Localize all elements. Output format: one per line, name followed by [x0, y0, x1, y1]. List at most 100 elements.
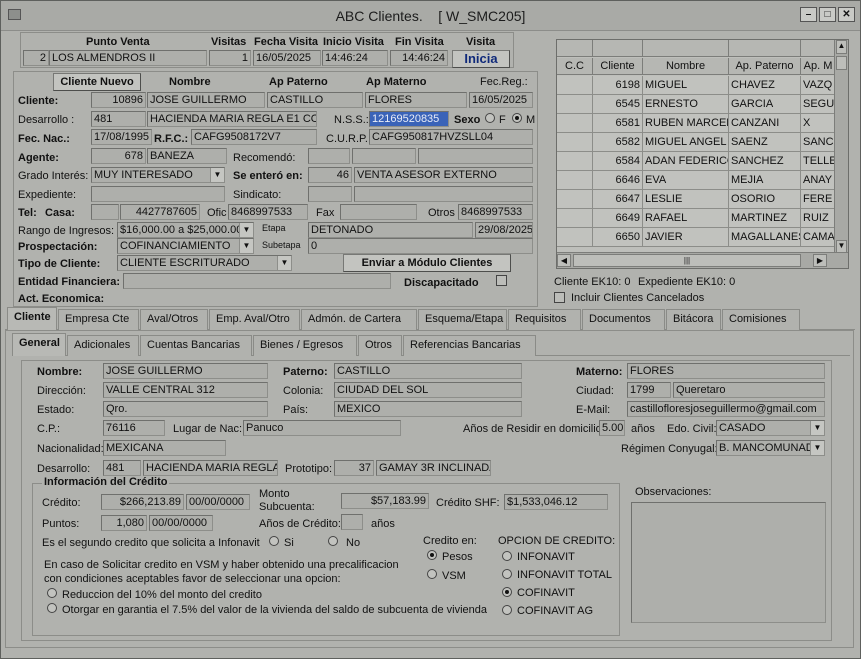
sindicato-num-field[interactable] [308, 186, 352, 202]
tab-esquema-etapa[interactable]: Esquema/Etapa [418, 309, 507, 330]
agente-num-field[interactable]: 678 [91, 148, 146, 164]
tab-requisitos[interactable]: Requisitos [508, 309, 581, 330]
grado-interes-select[interactable]: MUY INTERESADO ▼ [91, 167, 225, 183]
close-icon[interactable]: ✕ [838, 7, 855, 22]
recomendo-num-field[interactable] [308, 148, 350, 164]
opcion-infonavit-radio[interactable] [502, 551, 512, 561]
grid-cell-nombre[interactable]: LESLIE [643, 190, 729, 209]
gen-desarrollo-name[interactable]: HACIENDA MARIA REGLA E [143, 460, 278, 476]
entidad-financiera-field[interactable] [123, 273, 391, 289]
grid-cell-materno[interactable]: FERE [801, 190, 836, 209]
grid-cell-materno[interactable]: VAZQ [801, 76, 836, 95]
grid-cell-cliente[interactable]: 6584 [593, 152, 643, 171]
sexo-f-radio[interactable] [485, 113, 495, 123]
sindicato-field[interactable] [354, 186, 533, 202]
grid-cell-cc[interactable] [557, 209, 593, 228]
anios-credito-field[interactable] [341, 514, 363, 530]
grid-cell-cc[interactable] [557, 228, 593, 247]
grid-cell-materno[interactable]: SEGU [801, 95, 836, 114]
grid-header-nombre[interactable]: Nombre [643, 58, 729, 75]
cliente-nombre-field[interactable]: JOSE GUILLERMO [147, 92, 265, 108]
scroll-up-icon[interactable]: ▲ [836, 40, 847, 54]
tab-general[interactable]: General [12, 333, 66, 356]
grid-cell-paterno[interactable]: MEJIA [729, 171, 801, 190]
tab-bienes-egresos[interactable]: Bienes / Egresos [253, 335, 357, 356]
grid-cell-paterno[interactable]: MARTINEZ [729, 209, 801, 228]
gen-nombre-field[interactable]: JOSE GUILLERMO [103, 363, 268, 379]
opcion-infonavit-total-radio[interactable] [502, 569, 512, 579]
scroll-left-icon[interactable]: ◀ [557, 254, 571, 267]
puntos-field[interactable]: 1,080 [101, 515, 147, 531]
grid-cell-cc[interactable] [557, 171, 593, 190]
grid-cell-cliente[interactable]: 6647 [593, 190, 643, 209]
prototipo-field[interactable]: GAMAY 3R INCLINADA [376, 460, 491, 476]
grid-cell-paterno[interactable]: SANCHEZ [729, 152, 801, 171]
grid-cell-cc[interactable] [557, 152, 593, 171]
maximize-icon[interactable]: □ [819, 7, 836, 22]
grid-cell-nombre[interactable]: RAFAEL [643, 209, 729, 228]
grid-cell-cliente[interactable]: 6582 [593, 133, 643, 152]
grid-header-materno[interactable]: Ap. M [801, 58, 836, 75]
grid-cell-cliente[interactable]: 6649 [593, 209, 643, 228]
cliente-id-field[interactable]: 10896 [91, 92, 146, 108]
desarrollo-num-field[interactable]: 481 [91, 111, 146, 127]
enviar-modulo-clientes-button[interactable]: Enviar a Módulo Clientes [343, 254, 511, 272]
tab-documentos[interactable]: Documentos [582, 309, 665, 330]
estado-field[interactable]: Qro. [103, 401, 268, 417]
scroll-thumb[interactable] [836, 56, 847, 70]
regimen-select[interactable]: B. MANCOMUNAD ▼ [716, 440, 825, 456]
desarrollo-name-field[interactable]: HACIENDA MARIA REGLA E1 COME [147, 111, 317, 127]
tab-aval-otros[interactable]: Aval/Otros [140, 309, 208, 330]
pais-field[interactable]: MEXICO [334, 401, 522, 417]
tab-bitacora[interactable]: Bitácora [666, 309, 721, 330]
segundo-no-radio[interactable] [328, 536, 338, 546]
grid-cell-materno[interactable]: ANAY [801, 171, 836, 190]
garantia-radio[interactable] [47, 603, 57, 613]
grid-header-cliente[interactable]: Cliente [593, 58, 643, 75]
ciudad-num-field[interactable]: 1799 [627, 382, 671, 398]
rango-ingresos-select[interactable]: $16,000.00 a $25,000.00 ▼ [117, 222, 254, 238]
cp-field[interactable]: 76116 [103, 420, 165, 436]
grid-cell-materno[interactable]: CAMA [801, 228, 836, 247]
opcion-cofinavit-radio[interactable] [502, 587, 512, 597]
otros-field[interactable]: 8468997533 [458, 204, 533, 220]
discapacitado-checkbox[interactable] [496, 275, 507, 286]
credito-shf-field[interactable]: $1,533,046.12 [504, 494, 608, 510]
grid-cell-paterno[interactable]: GARCIA [729, 95, 801, 114]
casa-field[interactable]: 4427787605 [120, 204, 200, 220]
grid-cell-paterno[interactable]: SAENZ [729, 133, 801, 152]
rfc-field[interactable]: CAFG9508172V7 [191, 129, 317, 145]
tab-adicionales[interactable]: Adicionales [67, 335, 139, 356]
tab-admon-cartera[interactable]: Admón. de Cartera [301, 309, 417, 330]
incluir-cancelados-checkbox[interactable] [554, 292, 565, 303]
nss-field[interactable]: 12169520835 [369, 111, 449, 127]
grid-cell-cc[interactable] [557, 95, 593, 114]
tab-referencias-bancarias[interactable]: Referencias Bancarias [403, 335, 536, 356]
chevron-down-icon[interactable]: ▼ [810, 421, 824, 435]
chevron-down-icon[interactable]: ▼ [810, 441, 824, 455]
grid-vertical-scrollbar[interactable]: ▲ ▼ [834, 40, 848, 254]
direccion-field[interactable]: VALLE CENTRAL 312 [103, 382, 268, 398]
grid-cell-cliente[interactable]: 6650 [593, 228, 643, 247]
credito-field[interactable]: $266,213.89 [101, 494, 184, 510]
fec-nac-field[interactable]: 17/08/1995 [91, 129, 152, 145]
prototipo-num[interactable]: 37 [334, 460, 374, 476]
monto-subcuenta-field[interactable]: $57,183.99 [341, 493, 429, 509]
grid-cell-paterno[interactable]: CANZANI [729, 114, 801, 133]
clientes-grid[interactable]: C.C Cliente Nombre Ap. Paterno Ap. M 619… [556, 39, 849, 269]
tipo-cliente-select[interactable]: CLIENTE ESCRITURADO ▼ [117, 255, 292, 271]
gen-desarrollo-num[interactable]: 481 [103, 460, 141, 476]
grid-cell-nombre[interactable]: MIGUEL [643, 76, 729, 95]
sexo-m-radio[interactable] [512, 113, 522, 123]
casa-lada-field[interactable] [91, 204, 119, 220]
ciudad-field[interactable]: Queretaro [673, 382, 825, 398]
fax-field[interactable] [340, 204, 417, 220]
grid-cell-nombre[interactable]: ERNESTO [643, 95, 729, 114]
credito-fecha-field[interactable]: 00/00/0000 [186, 494, 250, 510]
grid-header-cc[interactable]: C.C [557, 58, 593, 75]
edo-civil-select[interactable]: CASADO ▼ [716, 420, 825, 436]
minimize-icon[interactable]: – [800, 7, 817, 22]
se-entero-field[interactable]: VENTA ASESOR EXTERNO [354, 167, 533, 183]
grid-cell-cliente[interactable]: 6545 [593, 95, 643, 114]
chevron-down-icon[interactable]: ▼ [239, 223, 253, 237]
